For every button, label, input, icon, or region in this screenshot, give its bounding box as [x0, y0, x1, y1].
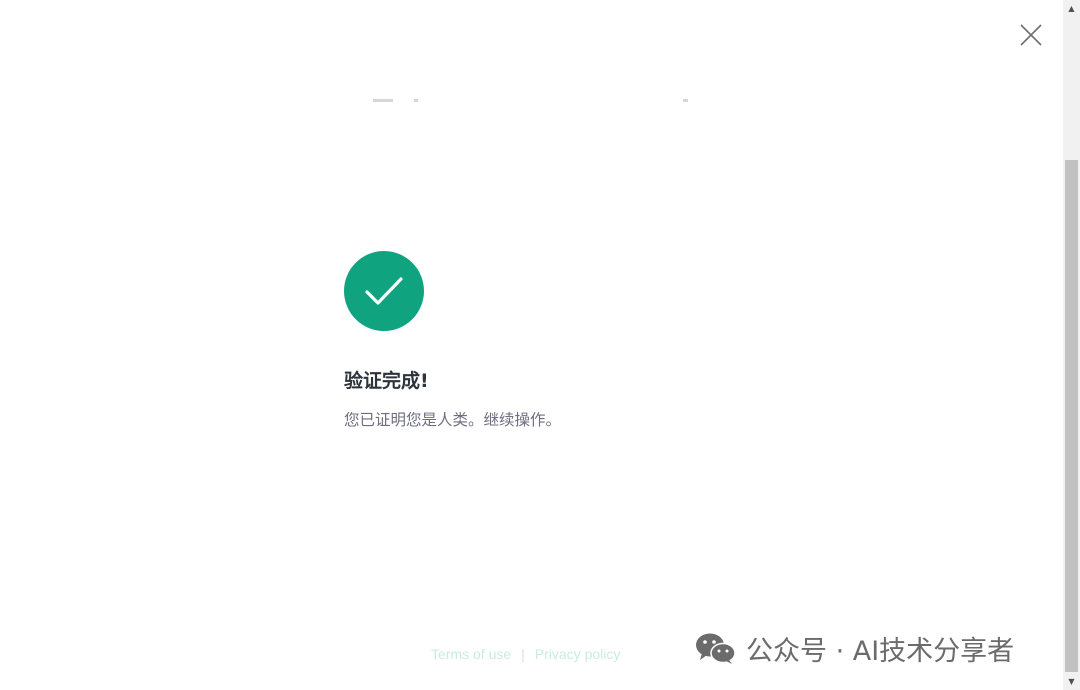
watermark: 公众号 · AI技术分享者 [694, 628, 1014, 668]
close-icon[interactable] [1016, 20, 1046, 50]
vertical-scrollbar[interactable]: ▲ ▼ [1063, 0, 1080, 690]
scrollbar-thumb[interactable] [1065, 160, 1078, 672]
clipped-content-edge [373, 99, 393, 102]
footer-links: Terms of use | Privacy policy [431, 646, 620, 662]
clipped-content-edge [414, 99, 418, 102]
verification-title: 验证完成! [344, 370, 429, 392]
verification-page: 验证完成! 您已证明您是人类。继续操作。 Terms of use | Privac… [0, 0, 1063, 690]
watermark-text: 公众号 · AI技术分享者 [746, 635, 1015, 667]
footer-separator: | [521, 646, 525, 662]
scroll-down-arrow-icon[interactable]: ▼ [1063, 673, 1080, 690]
scroll-up-arrow-icon[interactable]: ▲ [1063, 0, 1080, 17]
wechat-icon [696, 633, 736, 664]
terms-of-use-link[interactable]: Terms of use [431, 646, 511, 662]
privacy-policy-link[interactable]: Privacy policy [535, 646, 621, 662]
verification-message: 您已证明您是人类。继续操作。 [344, 411, 562, 429]
clipped-content-edge [683, 99, 688, 102]
checkmark-icon [344, 251, 424, 331]
